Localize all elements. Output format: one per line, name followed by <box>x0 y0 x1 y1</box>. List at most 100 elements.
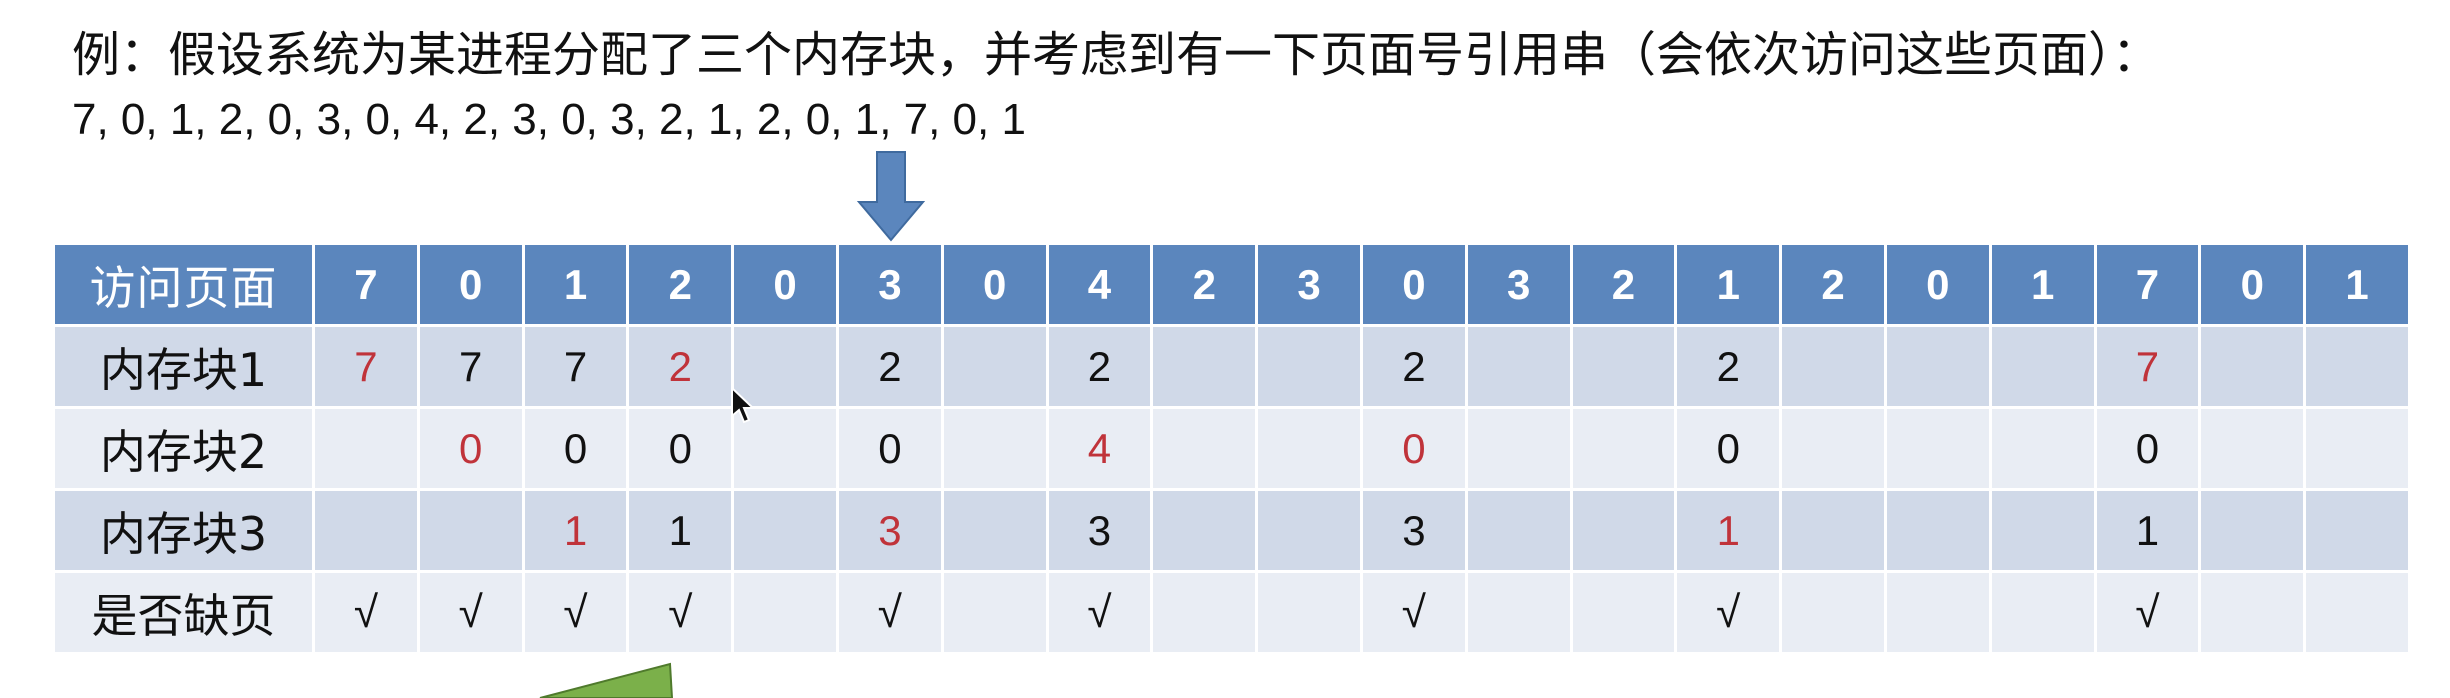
page-number-cell: 0 <box>2198 242 2307 327</box>
memory-block-cell: 2 <box>1045 324 1154 409</box>
page-number-cell: 3 <box>1464 242 1573 327</box>
green-triangle-shape <box>539 662 674 698</box>
memory-block-cell <box>1988 406 2097 491</box>
memory-block-cell: 1 <box>2093 488 2202 573</box>
memory-block-cell: 1 <box>626 488 735 573</box>
memory-block-cell <box>1883 488 1992 573</box>
mouse-cursor-icon <box>731 386 754 424</box>
header-row: 访问页面 7 0 1 2 0 3 0 4 2 3 0 3 2 1 2 0 1 7 0 1 <box>52 242 2411 327</box>
page-number-cell: 3 <box>835 242 944 327</box>
header-label: 访问页面 <box>52 242 315 327</box>
memory-block-cell <box>2303 324 2411 409</box>
page-number-cell: 3 <box>1255 242 1363 327</box>
memory-block-cell <box>2198 488 2307 573</box>
page-number-cell: 1 <box>1988 242 2097 327</box>
memory-block-cell <box>1150 324 1259 409</box>
memory-block-cell <box>312 488 420 573</box>
memory-block-cell <box>1988 488 2097 573</box>
memory-block-cell <box>1883 406 1992 491</box>
memory-block-cell: 0 <box>835 406 944 491</box>
memory-block-cell <box>1255 488 1363 573</box>
page-fault-cell: √ <box>2093 570 2202 655</box>
page-number-cell: 2 <box>1779 242 1887 327</box>
memory-block-cell: 7 <box>2093 324 2202 409</box>
memory-block-cell: 3 <box>835 488 944 573</box>
memory-block-cell <box>731 488 839 573</box>
memory-block-cell: 2 <box>626 324 735 409</box>
memory-block-cell: 2 <box>835 324 944 409</box>
page-number-cell: 7 <box>312 242 420 327</box>
page-fault-cell: √ <box>835 570 944 655</box>
page-fault-cell <box>2198 570 2307 655</box>
memory-block-cell <box>1779 406 1887 491</box>
page-fault-cell: √ <box>626 570 735 655</box>
page-fault-cell <box>1464 570 1573 655</box>
memory-block-cell <box>1779 488 1887 573</box>
page-number-cell: 7 <box>2093 242 2202 327</box>
page-number-cell: 2 <box>626 242 735 327</box>
memory-block-cell: 0 <box>1674 406 1783 491</box>
page-fault-cell: √ <box>312 570 420 655</box>
memory-block-cell <box>1569 488 1678 573</box>
memory-block-cell <box>1883 324 1992 409</box>
page-number-cell: 0 <box>416 242 525 327</box>
memory-block-cell <box>1255 406 1363 491</box>
memory-block-cell: 2 <box>1674 324 1783 409</box>
page-fault-cell <box>1569 570 1678 655</box>
page-fault-cell: √ <box>1045 570 1154 655</box>
memory-block-row: 内存块3 1 1 3 3 3 1 1 <box>52 488 2411 573</box>
memory-block-cell <box>2198 406 2307 491</box>
memory-block-cell: 3 <box>1045 488 1154 573</box>
page-fault-cell <box>1988 570 2097 655</box>
memory-block-cell: 3 <box>1359 488 1468 573</box>
memory-block-cell <box>1464 324 1573 409</box>
memory-block-cell: 0 <box>521 406 630 491</box>
memory-block-cell: 1 <box>521 488 630 573</box>
page-fault-cell <box>1883 570 1992 655</box>
memory-block-cell: 1 <box>1674 488 1783 573</box>
page-fault-cell: √ <box>416 570 525 655</box>
memory-block-cell <box>1569 324 1678 409</box>
page-number-cell: 0 <box>940 242 1049 327</box>
memory-block-cell <box>1464 406 1573 491</box>
memory-block-cell <box>1150 488 1259 573</box>
memory-block-cell <box>2303 406 2411 491</box>
page-reference-sequence: 7, 0, 1, 2, 0, 3, 0, 4, 2, 3, 0, 3, 2, 1… <box>72 95 1026 144</box>
page-number-cell: 1 <box>2303 242 2411 327</box>
memory-block-row: 内存块2 0 0 0 0 4 0 0 0 <box>52 406 2411 491</box>
memory-block-cell <box>940 406 1049 491</box>
memory-block-cell: 0 <box>1359 406 1468 491</box>
memory-block-cell <box>1150 406 1259 491</box>
memory-block-cell: 7 <box>521 324 630 409</box>
memory-block-cell <box>1464 488 1573 573</box>
memory-block-cell <box>1779 324 1887 409</box>
page-fault-cell <box>1255 570 1363 655</box>
page-fault-cell <box>940 570 1049 655</box>
memory-block-cell <box>2303 488 2411 573</box>
memory-block-label: 内存块3 <box>52 488 315 573</box>
example-description: 例：假设系统为某进程分配了三个内存块，并考虑到有一下页面号引用串（会依次访问这些… <box>72 27 2161 83</box>
page-number-cell: 2 <box>1150 242 1259 327</box>
page-fault-cell <box>731 570 839 655</box>
memory-block-label: 内存块2 <box>52 406 315 491</box>
page-number-cell: 1 <box>521 242 630 327</box>
page-number-cell: 0 <box>731 242 839 327</box>
page-fault-cell <box>1150 570 1259 655</box>
page-fault-cell <box>2303 570 2411 655</box>
memory-block-cell <box>2198 324 2307 409</box>
memory-block-cell <box>312 406 420 491</box>
page-number-cell: 2 <box>1569 242 1678 327</box>
memory-block-cell <box>1255 324 1363 409</box>
memory-block-cell: 0 <box>416 406 525 491</box>
memory-block-label: 内存块1 <box>52 324 315 409</box>
memory-block-cell: 0 <box>626 406 735 491</box>
memory-block-cell <box>1569 406 1678 491</box>
memory-block-row: 内存块1 7 7 7 2 2 2 2 2 7 <box>52 324 2411 409</box>
page-number-cell: 4 <box>1045 242 1154 327</box>
memory-block-cell <box>940 324 1049 409</box>
down-arrow-icon <box>856 151 926 242</box>
memory-block-cell: 2 <box>1359 324 1468 409</box>
page-fault-cell <box>1779 570 1887 655</box>
memory-block-cell <box>416 488 525 573</box>
memory-block-cell <box>1988 324 2097 409</box>
